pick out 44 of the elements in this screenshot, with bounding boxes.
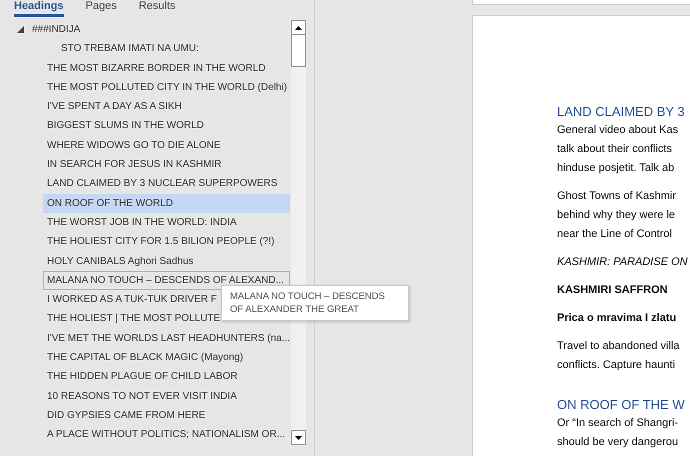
tree-item[interactable]: LAND CLAIMED BY 3 NUCLEAR SUPERPOWERS: [43, 174, 290, 194]
collapse-triangle-icon[interactable]: [17, 26, 24, 34]
tree-item[interactable]: I'VE MET THE WORLDS LAST HEADHUNTERS (na...: [43, 328, 290, 348]
tree-item[interactable]: BIGGEST SLUMS IN THE WORLD: [43, 116, 290, 136]
tree-item[interactable]: THE CAPITAL OF BLACK MAGIC (Mayong): [43, 348, 290, 368]
tree-item[interactable]: A PLACE WITHOUT POLITICS; NATIONALISM OR...: [43, 425, 290, 445]
tree-item[interactable]: IN SEARCH FOR JESUS IN KASHMIR: [43, 155, 290, 174]
document-text: Prica o mravima I zlatu: [557, 311, 678, 326]
tree-item[interactable]: I'VE SPENT A DAY AS A SIKH: [43, 97, 290, 116]
tree-item[interactable]: THE HIDDEN PLAGUE OF CHILD LABOR: [43, 367, 290, 387]
document-text: KASHMIRI SAFFRON: [557, 283, 669, 298]
tree-item[interactable]: THE MOST BIZARRE BORDER IN THE WORLD: [43, 58, 290, 78]
tree-item[interactable]: THE WORST JOB IN THE WORLD: INDIA: [43, 212, 290, 232]
scroll-down-button[interactable]: [291, 430, 306, 445]
tree-item[interactable]: STO TREBAM IMATI NA UMU:: [43, 39, 290, 59]
tab[interactable]: Pages: [86, 0, 117, 17]
tab[interactable]: Results: [138, 0, 176, 17]
document-text: Travel to abandoned villa: [557, 339, 681, 354]
document-heading: LAND CLAIMED BY 3: [557, 103, 686, 121]
tree-item[interactable]: WHERE WIDOWS GO TO DIE ALONE: [43, 136, 290, 156]
tree-item[interactable]: ON ROOF OF THE WORLD: [43, 194, 290, 213]
document-text: Ghost Towns of Kashmir: [557, 189, 678, 204]
tree-item[interactable]: 10 REASONS TO NOT EVER VISIT INDIA: [43, 386, 290, 406]
tree-item[interactable]: HOLY CANIBALS Aghori Sadhus: [43, 252, 290, 271]
tree-item[interactable]: THE MOST POLLUTED CITY IN THE WORLD (Delhi): [43, 78, 290, 98]
document-text: conflicts. Capture haunti: [557, 358, 676, 373]
document-text: KASHMIR: PARADISE ON: [557, 255, 689, 270]
document-text: hinduse posjetit. Talk ab: [557, 161, 676, 176]
document-text: should be very dangerou: [557, 435, 680, 450]
up-arrow-icon: [295, 26, 302, 30]
tooltip: MALANA NO TOUCH – DESCENDS OF ALEXANDER THE GREAT: [221, 284, 409, 321]
document-text: talk about their conflicts: [557, 142, 673, 157]
tree-item[interactable]: DID GYPSIES CAME FROM HERE: [43, 406, 290, 426]
scrollbar-thumb[interactable]: [291, 35, 306, 67]
scroll-up-button[interactable]: [291, 20, 306, 35]
down-arrow-icon: [295, 436, 302, 440]
document-text: near the Line of Control: [557, 227, 673, 242]
tab[interactable]: Headings: [14, 0, 64, 17]
tree-item[interactable]: THE HOLIEST CITY FOR 1.5 BILION PEOPLE (?!): [43, 232, 290, 252]
document-text: behind why they were le: [557, 208, 676, 223]
document-heading: ON ROOF OF THE W: [557, 396, 686, 414]
tree-item[interactable]: ###INDIJA: [0, 20, 290, 40]
document-text: General video about Kas: [557, 123, 680, 138]
document-text: Or “In search of Shangri-: [557, 416, 680, 431]
